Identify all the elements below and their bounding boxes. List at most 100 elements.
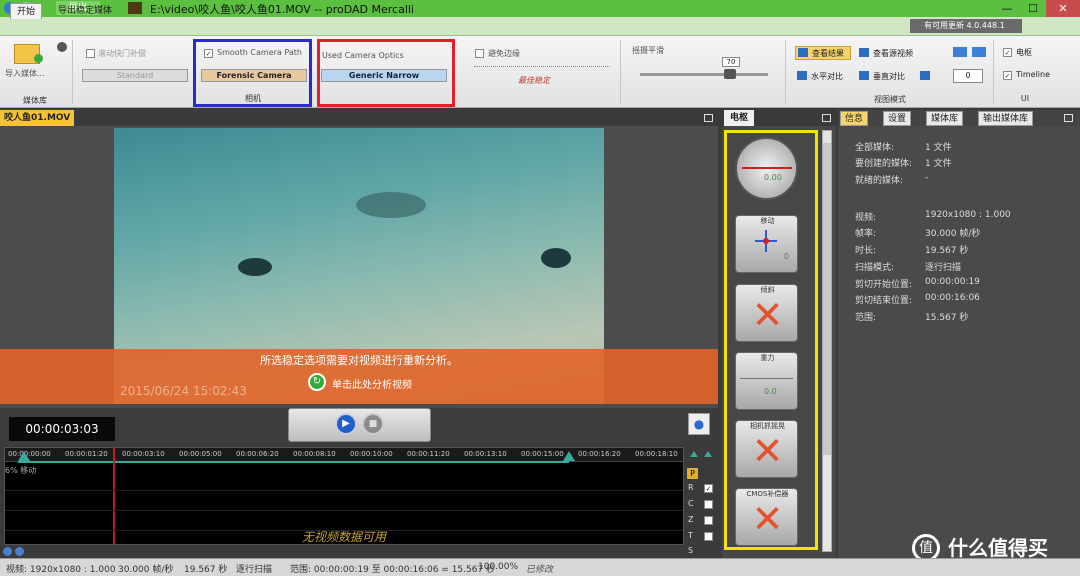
status-state: 已修改	[526, 565, 554, 575]
timeline-tick: 00:00:13:10	[464, 450, 507, 458]
rotate-left-icon[interactable]	[953, 47, 967, 57]
tab-output-library-label: 输出媒体库	[983, 114, 1029, 124]
update-available[interactable]: 有可用更新 4.0.448.1	[910, 19, 1022, 33]
border-slider[interactable]	[474, 66, 610, 70]
info-key: 视频:	[855, 213, 877, 223]
info-key: 就绪的媒体:	[855, 176, 904, 186]
analyze-video-link[interactable]: 单击此处分析视频	[332, 376, 412, 391]
param-c-checkbox[interactable]	[704, 500, 713, 509]
info-value: 19.567 秒	[925, 246, 969, 256]
maximize-button[interactable]: ☐	[1020, 0, 1046, 17]
minimize-button[interactable]: —	[994, 0, 1020, 17]
scroll-up-icon[interactable]	[690, 451, 698, 457]
rotate-input[interactable]: 0	[953, 69, 983, 83]
avoid-borders-label: 避免边缘	[488, 49, 520, 58]
status-video: 视频: 1920x1080 : 1.000	[6, 565, 116, 575]
timeline-tick: 00:00:15:00	[521, 450, 564, 458]
view-result-label: 查看结果	[812, 49, 844, 58]
timeline-tick: 00:00:06:20	[236, 450, 279, 458]
view-source-label[interactable]: 查看源视频	[873, 48, 913, 59]
pan-smoothing-slider[interactable]	[640, 73, 768, 76]
info-value: 1 文件	[925, 143, 952, 153]
stop-button[interactable]: ■	[362, 413, 384, 435]
info-value: 00:00:00:19	[925, 277, 980, 287]
rolling-shutter-dropdown[interactable]: Standard	[82, 69, 188, 82]
monitor-icon[interactable]	[920, 71, 930, 80]
timeline-checkbox-label: Timeline	[1016, 70, 1051, 79]
dashboard-checkbox-label: 电枢	[1016, 48, 1032, 57]
film-icon	[128, 2, 142, 14]
grid-line	[5, 490, 683, 491]
param-r-label: R	[688, 483, 694, 492]
play-button[interactable]: ▶	[335, 413, 357, 435]
highlight-frame-blue	[193, 39, 312, 107]
tab-info[interactable]: 信息	[840, 111, 869, 126]
remove-icon[interactable]	[57, 42, 67, 52]
video-tab[interactable]: 咬人鱼01.MOV	[0, 110, 74, 126]
no-data-message: 无视频数据可用	[301, 530, 386, 544]
h-compare-icon[interactable]	[797, 71, 807, 80]
info-value: 逐行扫描	[925, 263, 962, 273]
media-group-label: 媒体库	[23, 96, 47, 105]
track-label: 6% 移动	[5, 466, 37, 475]
window-title: E:\video\咬人鱼\咬人鱼01.MOV -- proDAD Mercall…	[150, 3, 414, 16]
info-key: 剪切开始位置:	[855, 280, 913, 290]
tab-media-library-label: 媒体库	[931, 114, 959, 124]
param-t-checkbox[interactable]	[704, 532, 713, 541]
maximize-panel-icon[interactable]	[704, 114, 713, 122]
dashboard-tab[interactable]: 电枢	[724, 110, 754, 126]
ui-group-label: UI	[1020, 94, 1030, 103]
divider	[993, 40, 994, 104]
pan-slider-thumb[interactable]	[724, 69, 736, 79]
timeline-tick: 00:00:10:00	[350, 450, 393, 458]
timeline-tick: 00:00:08:10	[293, 450, 336, 458]
param-z-label: Z	[688, 515, 694, 524]
scroll-up-icon[interactable]	[704, 451, 712, 457]
param-r-checkbox[interactable]: ✓	[704, 484, 713, 493]
rotate-right-icon[interactable]	[972, 47, 986, 57]
avoid-borders-checkbox[interactable]	[475, 49, 484, 58]
timeline-tick: 00:00:05:00	[179, 450, 222, 458]
tab-settings[interactable]: 设置	[883, 111, 912, 126]
analyze-icon[interactable]: ↻	[308, 373, 326, 391]
add-icon	[34, 54, 43, 63]
maximize-panel-icon[interactable]	[822, 114, 831, 122]
cut-start-marker[interactable]	[18, 451, 30, 461]
view-result-icon	[798, 48, 808, 57]
pan-smoothing-label: 摇摄平滑	[632, 46, 664, 55]
cut-end-marker[interactable]	[563, 451, 575, 461]
rolling-shutter-checkbox[interactable]	[86, 49, 95, 58]
param-z-checkbox[interactable]	[704, 516, 713, 525]
status-duration: 19.567 秒	[184, 565, 228, 575]
grid-line	[5, 510, 683, 511]
playback-controls	[288, 408, 431, 442]
status-fps: 30.000 帧/秒	[118, 565, 174, 575]
maximize-panel-icon[interactable]	[1064, 114, 1073, 122]
info-value: 1920x1080 : 1.000	[925, 210, 1011, 220]
v-compare-icon[interactable]	[859, 71, 869, 80]
timeline-checkbox[interactable]: ✓	[1003, 71, 1012, 80]
zoom-in-icon[interactable]	[3, 547, 12, 556]
v-compare-label[interactable]: 垂直对比	[873, 71, 905, 82]
scrollbar-thumb[interactable]	[823, 143, 831, 455]
tab-export-stabilized[interactable]: 导出稳定媒体	[52, 3, 118, 19]
tab-media-library[interactable]: 媒体库	[926, 111, 964, 126]
param-p-badge[interactable]: P	[687, 468, 698, 479]
tab-start[interactable]: 开始	[10, 3, 43, 19]
loop-button[interactable]: ●	[688, 413, 710, 435]
highlight-frame-yellow	[724, 130, 818, 550]
info-key: 要创建的媒体:	[855, 159, 913, 169]
zoom-out-icon[interactable]	[15, 547, 24, 556]
import-media-label[interactable]: 导入媒体...	[5, 68, 45, 79]
info-key: 时长:	[855, 246, 877, 256]
info-value: 1 文件	[925, 159, 952, 169]
close-button[interactable]: ✕	[1046, 0, 1080, 17]
max-stable-label: 最佳稳定	[518, 76, 550, 85]
info-panel	[838, 126, 1080, 558]
info-key: 帧率:	[855, 229, 877, 239]
h-compare-label[interactable]: 水平对比	[811, 71, 843, 82]
dashboard-checkbox[interactable]: ✓	[1003, 48, 1012, 57]
view-source-icon[interactable]	[859, 48, 869, 57]
brand-text: 什么值得买	[948, 536, 1048, 560]
tab-output-library[interactable]: 输出媒体库	[978, 111, 1034, 126]
